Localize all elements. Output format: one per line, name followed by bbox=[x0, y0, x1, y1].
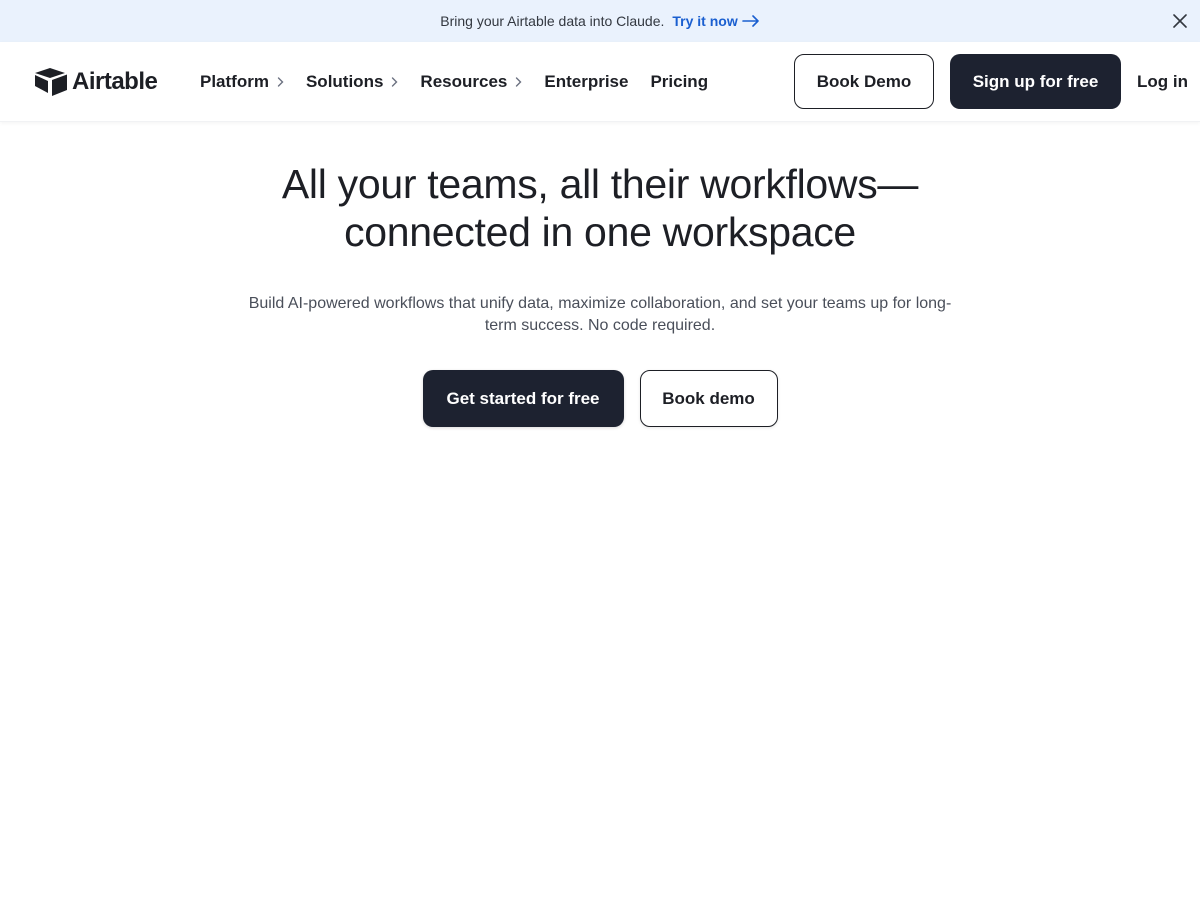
hero-subtitle: Build AI-powered workflows that unify da… bbox=[220, 293, 980, 337]
nav-item-label: Enterprise bbox=[544, 72, 629, 91]
nav-item-enterprise[interactable]: Enterprise bbox=[544, 72, 628, 92]
get-started-button[interactable]: Get started for free bbox=[422, 370, 624, 427]
chevron-right-icon bbox=[392, 77, 398, 87]
nav-item-pricing[interactable]: Pricing bbox=[650, 72, 708, 92]
airtable-logo-link[interactable]: Airtable bbox=[34, 67, 158, 97]
airtable-box-logo bbox=[35, 68, 67, 96]
sign-up-button[interactable]: Sign up for free bbox=[950, 54, 1121, 109]
hero-actions: Get started for free Book demo bbox=[0, 370, 1200, 427]
nav-item-label: Pricing bbox=[650, 72, 709, 91]
logo-wordmark: Airtable bbox=[72, 68, 158, 95]
close-icon bbox=[1173, 14, 1187, 28]
nav-item-label: Platform bbox=[200, 72, 269, 91]
banner-text: Bring your Airtable data into Claude. bbox=[440, 13, 665, 29]
try-it-now-link[interactable]: Try it now bbox=[672, 13, 759, 29]
book-demo-button[interactable]: Book Demo bbox=[794, 54, 934, 109]
announcement-banner: Bring your Airtable data into Claude. Tr… bbox=[0, 0, 1200, 42]
main-menu: Platform Solutions Resources Enterprise … bbox=[200, 42, 730, 122]
nav-item-platform[interactable]: Platform bbox=[200, 72, 284, 92]
chevron-right-icon bbox=[277, 77, 284, 87]
top-navigation: Airtable Platform Solutions Resources En… bbox=[0, 42, 1200, 122]
log-in-link[interactable]: Log in bbox=[1137, 72, 1188, 92]
hero-section: All your teams, all their workflows— con… bbox=[0, 160, 1200, 427]
nav-item-solutions[interactable]: Solutions bbox=[306, 72, 398, 92]
nav-item-resources[interactable]: Resources bbox=[420, 72, 522, 92]
book-demo-hero-button[interactable]: Book demo bbox=[639, 370, 778, 427]
chevron-right-icon bbox=[516, 77, 522, 87]
hero-title-line-2: connected in one workspace bbox=[344, 209, 856, 255]
hero-subtitle-line-1: Build AI-powered workflows that unify da… bbox=[248, 295, 952, 312]
arrow-right-icon bbox=[741, 15, 759, 27]
nav-item-label: Resources bbox=[420, 72, 508, 91]
try-it-now-label: Try it now bbox=[672, 13, 738, 29]
hero-title: All your teams, all their workflows— con… bbox=[0, 160, 1200, 256]
hero-subtitle-line-2: term success. No code required. bbox=[484, 317, 716, 334]
hero-title-line-1: All your teams, all their workflows— bbox=[281, 161, 919, 207]
nav-item-label: Solutions bbox=[305, 72, 384, 91]
close-banner-button[interactable] bbox=[1172, 13, 1188, 29]
